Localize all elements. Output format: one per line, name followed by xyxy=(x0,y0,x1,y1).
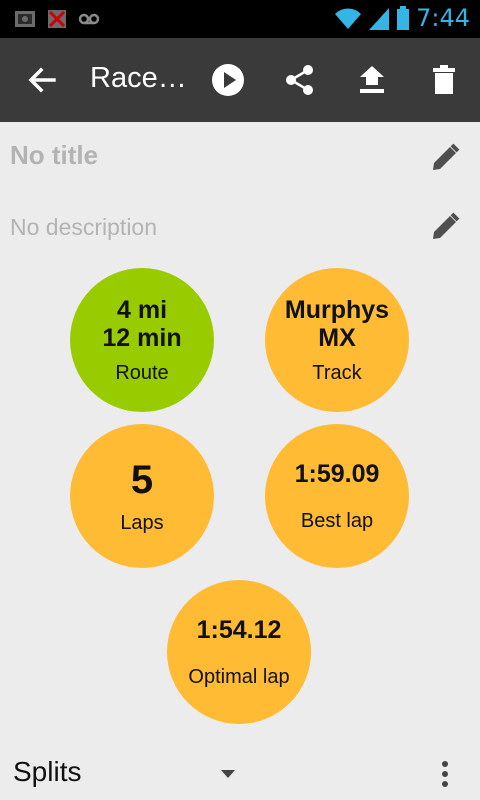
track-label: Track xyxy=(312,361,362,384)
delete-button[interactable] xyxy=(422,58,466,102)
best-lap-time: 1:59.09 xyxy=(294,459,380,488)
back-arrow-icon xyxy=(28,67,56,93)
optimal-lap-time: 1:54.12 xyxy=(196,615,282,644)
back-button[interactable] xyxy=(20,58,64,102)
track-name-line2: MX xyxy=(318,323,356,352)
best-lap-label: Best lap xyxy=(300,509,374,532)
optimal-lap-label: Optimal lap xyxy=(188,665,290,688)
edit-title-button[interactable] xyxy=(427,140,463,176)
no-sim-icon xyxy=(48,10,66,28)
best-lap-stat[interactable]: 1:59.09 Best lap xyxy=(265,424,409,568)
status-bar: 7:44 xyxy=(0,0,480,38)
play-button[interactable] xyxy=(206,58,250,102)
route-label: Route xyxy=(115,361,169,384)
app-bar: Race… xyxy=(0,38,480,122)
battery-icon xyxy=(397,6,410,30)
dropdown-arrow-icon xyxy=(221,770,235,778)
more-vert-icon xyxy=(442,761,448,787)
track-stat[interactable]: Murphys MX Track xyxy=(265,268,409,412)
route-distance: 4 mi xyxy=(116,295,168,324)
race-title: No title xyxy=(10,140,99,170)
upload-button[interactable] xyxy=(350,58,394,102)
voicemail-icon xyxy=(78,13,100,25)
status-system: 7:44 xyxy=(334,4,470,32)
play-icon xyxy=(212,64,244,96)
status-notifications xyxy=(14,8,100,30)
track-name-line1: Murphys xyxy=(284,295,390,324)
laps-count: 5 xyxy=(130,457,154,502)
share-icon xyxy=(286,65,313,95)
title-row: No title xyxy=(10,140,470,180)
wifi-icon xyxy=(335,8,362,29)
delete-icon xyxy=(433,65,455,94)
pencil-icon xyxy=(433,143,460,170)
edit-description-button[interactable] xyxy=(427,209,463,245)
optimal-lap-stat[interactable]: 1:54.12 Optimal lap xyxy=(167,580,311,724)
signal-icon xyxy=(369,8,390,30)
status-time: 7:44 xyxy=(416,4,470,32)
splits-label: Splits xyxy=(13,756,82,787)
splits-row: Splits xyxy=(0,748,480,800)
screenshot-icon xyxy=(15,11,35,27)
laps-label: Laps xyxy=(120,511,164,534)
route-duration: 12 min xyxy=(102,323,182,352)
route-stat[interactable]: 4 mi 12 min Route xyxy=(70,268,214,412)
splits-dropdown[interactable] xyxy=(214,760,242,788)
race-description: No description xyxy=(10,214,158,240)
app-bar-title: Race… xyxy=(90,62,187,94)
pencil-icon xyxy=(433,212,460,239)
splits-overflow-button[interactable] xyxy=(430,754,460,794)
upload-icon xyxy=(360,66,384,93)
laps-stat[interactable]: 5 Laps xyxy=(70,424,214,568)
share-button[interactable] xyxy=(278,58,322,102)
